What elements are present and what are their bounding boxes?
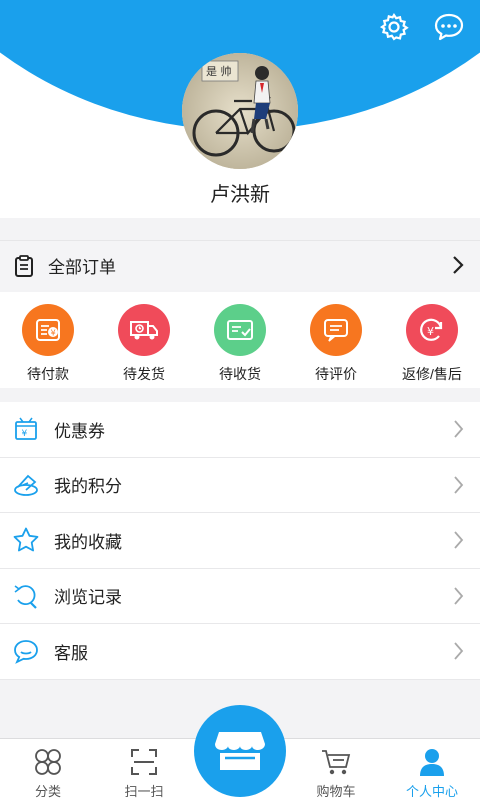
message-button[interactable] [432,10,466,44]
nav-label: 购物车 [316,784,356,799]
menu-item-history[interactable]: 浏览记录 [0,569,480,624]
status-label: 待评价 [315,366,357,382]
svg-text:¥: ¥ [22,429,28,439]
star-icon [12,526,40,554]
chevron-right-icon [453,256,464,274]
status-pending-shipment[interactable]: 待发货 [96,292,192,388]
nav-tab-category[interactable]: 分类 [0,739,96,800]
menu-label: 我的收藏 [54,532,122,552]
status-pending-payment[interactable]: ¥ 待付款 [0,292,96,388]
refund-icon: ¥ [406,304,458,356]
menu-label: 客服 [54,643,88,663]
chat-bubble-icon [434,13,464,41]
service-icon [12,637,40,665]
coupon-icon: ¥ [12,415,40,443]
cart-icon [322,750,351,775]
menu-item-points[interactable]: 我的积分 [0,458,480,513]
chevron-right-icon [454,420,464,438]
status-label: 待发货 [123,366,165,382]
menu-item-favorites[interactable]: 我的收藏 [0,513,480,569]
all-orders-row[interactable]: 全部订单 [0,240,480,290]
settings-button[interactable] [377,10,411,44]
truck-icon [118,304,170,356]
status-label: 待付款 [27,366,69,382]
order-status-row: ¥ 待付款 待发货 待收货 待评价 ¥ 返修/售后 [0,292,480,388]
store-home-button[interactable] [194,705,286,797]
chevron-right-icon [454,531,464,549]
nav-label: 分类 [34,784,61,799]
all-orders-label: 全部订单 [48,258,116,277]
menu-item-coupons[interactable]: ¥ 优惠券 [0,402,480,458]
comment-icon [310,304,362,356]
scan-icon [131,749,157,775]
gear-icon [379,12,409,41]
nav-label: 扫一扫 [124,784,164,799]
points-icon [12,471,40,499]
chevron-right-icon [454,586,464,605]
svg-text:¥: ¥ [427,325,434,338]
status-label: 返修/售后 [402,366,462,382]
profile-header: 是 帅 卢洪新 [0,0,480,218]
nav-tab-scan[interactable]: 扫一扫 [96,739,192,800]
category-icon [35,749,61,775]
svg-text:¥: ¥ [51,329,56,338]
menu-item-customer-service[interactable]: 客服 [0,624,480,680]
status-pending-receipt[interactable]: 待收货 [192,292,288,388]
profile-menu: ¥ 优惠券 我的积分 我的收藏 浏览记录 客服 [0,402,480,680]
avatar[interactable]: 是 帅 [182,53,298,169]
menu-label: 优惠券 [54,421,105,441]
avatar-image: 是 帅 [182,53,298,169]
nav-label: 个人中心 [405,784,458,799]
nav-tab-profile[interactable]: 个人中心 [384,739,480,800]
status-after-sales[interactable]: ¥ 返修/售后 [384,292,480,388]
status-label: 待收货 [219,366,261,382]
person-icon [420,749,444,776]
order-list-icon [15,254,33,277]
chevron-right-icon [454,475,464,494]
menu-label: 我的积分 [54,477,122,497]
user-name: 卢洪新 [210,184,270,206]
wallet-icon: ¥ [22,304,74,356]
chevron-right-icon [454,642,464,660]
avatar-sign-text: 是 帅 [206,65,232,78]
menu-label: 浏览记录 [54,588,122,608]
card-check-icon [214,304,266,356]
status-pending-review[interactable]: 待评价 [288,292,384,388]
nav-tab-cart[interactable]: 购物车 [288,739,384,800]
store-icon [215,732,265,770]
history-icon [12,582,40,610]
